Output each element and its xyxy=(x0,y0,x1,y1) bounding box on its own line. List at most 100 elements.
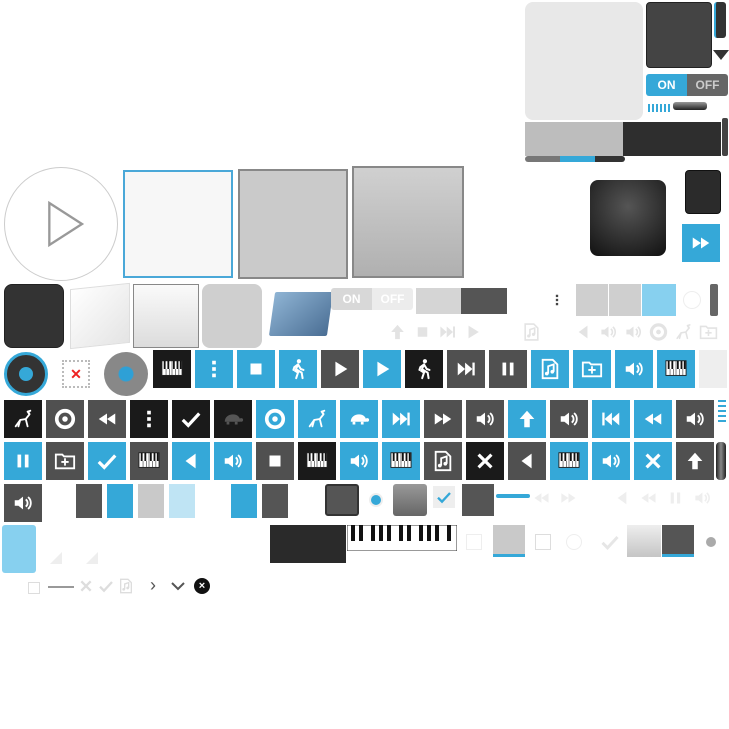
piano-button[interactable] xyxy=(550,442,588,480)
close-button[interactable] xyxy=(634,442,672,480)
radio-selected[interactable] xyxy=(369,493,383,507)
record-button[interactable] xyxy=(256,400,294,438)
black-rounded-button[interactable] xyxy=(590,180,666,256)
piano-button[interactable] xyxy=(153,350,191,388)
check-button[interactable] xyxy=(88,442,126,480)
arrow-left-button[interactable] xyxy=(172,442,210,480)
resize-grip-2[interactable] xyxy=(86,552,98,564)
on-off-toggle[interactable]: ON OFF xyxy=(646,74,728,96)
arrow-up-button[interactable] xyxy=(508,400,546,438)
record-button[interactable] xyxy=(46,400,84,438)
check-faded[interactable] xyxy=(600,532,620,552)
volume-button[interactable] xyxy=(4,484,42,522)
record-knob-gray[interactable] xyxy=(104,352,148,396)
dark-square[interactable] xyxy=(462,484,494,516)
light-tile[interactable] xyxy=(202,284,262,348)
volume-button[interactable] xyxy=(550,400,588,438)
radio-empty[interactable] xyxy=(683,291,701,309)
dark-switch-part[interactable] xyxy=(461,288,507,314)
slider-track[interactable] xyxy=(525,156,625,162)
big-play-button[interactable] xyxy=(4,167,118,281)
gray-checkbox[interactable] xyxy=(393,484,427,516)
slow-speed-button[interactable] xyxy=(340,400,378,438)
selected-frame[interactable] xyxy=(123,170,233,278)
fast-speed-button[interactable] xyxy=(298,400,336,438)
gray-tile[interactable] xyxy=(133,284,199,348)
chevron-down-icon[interactable] xyxy=(170,580,186,592)
pause-button[interactable] xyxy=(489,350,527,388)
volume-button[interactable] xyxy=(340,442,378,480)
delete-marker[interactable]: ✕ xyxy=(62,360,90,388)
volume-button[interactable] xyxy=(466,400,504,438)
gray-square-2[interactable] xyxy=(609,284,641,316)
piano-button[interactable] xyxy=(382,442,420,480)
close-button[interactable] xyxy=(466,442,504,480)
slider-knob[interactable] xyxy=(673,102,707,110)
skip-prev-button[interactable] xyxy=(592,400,630,438)
piano-button[interactable] xyxy=(130,442,168,480)
play-button[interactable] xyxy=(363,350,401,388)
small-checkbox[interactable] xyxy=(28,582,40,594)
arrow-left-button[interactable] xyxy=(508,442,546,480)
menu-dots-icon[interactable] xyxy=(550,288,564,312)
arrow-up-button[interactable] xyxy=(676,442,714,480)
fast-forward-button[interactable] xyxy=(682,224,720,262)
walk-button[interactable] xyxy=(405,350,443,388)
skip-next-button[interactable] xyxy=(382,400,420,438)
light-blue-tile[interactable] xyxy=(2,525,36,573)
dark-checkbox[interactable] xyxy=(325,484,359,516)
close-circle-icon[interactable]: × xyxy=(194,578,210,594)
dark-tile[interactable] xyxy=(4,284,64,348)
rewind-button[interactable] xyxy=(88,400,126,438)
pause-button[interactable] xyxy=(4,442,42,480)
stop-button[interactable] xyxy=(256,442,294,480)
radio-faded[interactable] xyxy=(566,534,582,550)
blank-button[interactable] xyxy=(699,350,727,388)
volume-button[interactable] xyxy=(592,442,630,480)
slow-speed-button[interactable] xyxy=(214,400,252,438)
play-button[interactable] xyxy=(321,350,359,388)
scroll-knob[interactable] xyxy=(716,442,726,480)
volume-button[interactable] xyxy=(214,442,252,480)
gray-tile-underlined[interactable] xyxy=(493,525,525,557)
radio-dot[interactable] xyxy=(706,537,716,547)
stop-button[interactable] xyxy=(237,350,275,388)
small-dark-button[interactable] xyxy=(685,170,721,214)
piano-button[interactable] xyxy=(298,442,336,480)
volume-button[interactable] xyxy=(676,400,714,438)
scroll-handle[interactable] xyxy=(714,2,726,38)
lightblue-swatch xyxy=(169,484,195,518)
blue-square[interactable] xyxy=(642,284,676,316)
rewind-button[interactable] xyxy=(634,400,672,438)
fast-speed-button[interactable] xyxy=(4,400,42,438)
menu-button[interactable] xyxy=(195,350,233,388)
fast-forward-button[interactable] xyxy=(424,400,462,438)
walk-button[interactable] xyxy=(279,350,317,388)
chevron-right-icon[interactable]: › xyxy=(150,576,164,594)
check-button[interactable] xyxy=(172,400,210,438)
dark-swatch-2 xyxy=(262,484,288,518)
close-icon xyxy=(474,450,496,472)
piano-keyboard[interactable] xyxy=(346,524,458,552)
checkbox-checked[interactable] xyxy=(433,486,455,508)
menu-button[interactable] xyxy=(130,400,168,438)
record-knob-blue[interactable] xyxy=(4,352,48,396)
folder-add-button[interactable] xyxy=(46,442,84,480)
volume-button[interactable] xyxy=(615,350,653,388)
music-file-button[interactable] xyxy=(531,350,569,388)
disabled-on-off-toggle[interactable]: ON OFF xyxy=(331,288,413,310)
skip-next-button[interactable] xyxy=(447,350,485,388)
checkbox-faded-2[interactable] xyxy=(535,534,551,550)
piano-button[interactable] xyxy=(657,350,695,388)
check-icon xyxy=(600,532,620,552)
dark-tab-selected[interactable] xyxy=(662,525,694,557)
music-file-button[interactable] xyxy=(424,442,462,480)
folder-add-button[interactable] xyxy=(573,350,611,388)
gray-gradient-button[interactable] xyxy=(627,525,661,557)
gray-switch-part[interactable] xyxy=(416,288,462,314)
checkbox-faded[interactable] xyxy=(466,534,482,550)
gray-square-1[interactable] xyxy=(576,284,608,316)
resize-grip-1[interactable] xyxy=(50,552,62,564)
blue-slider-line[interactable] xyxy=(496,494,530,498)
vertical-handle[interactable] xyxy=(710,284,718,316)
